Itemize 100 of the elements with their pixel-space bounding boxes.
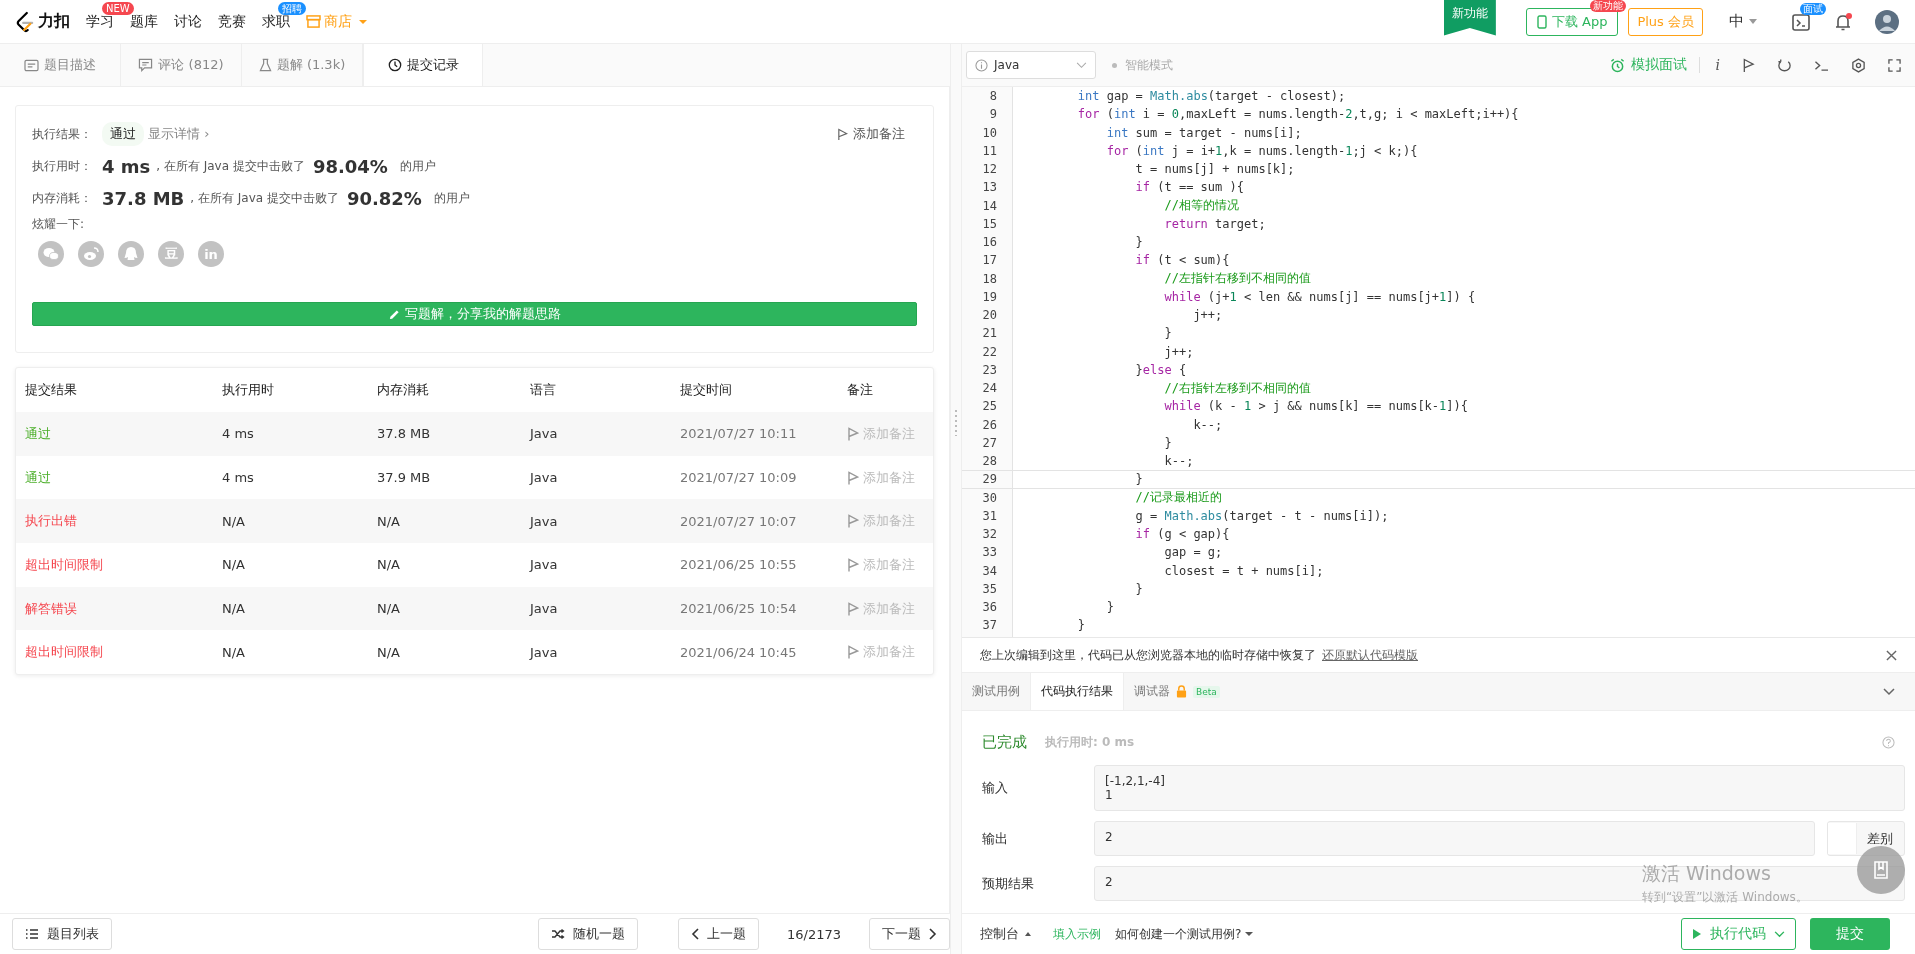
- info-icon: [975, 58, 988, 72]
- stat-text: , 在所有 Java 提交中击败了: [190, 189, 339, 207]
- feature-ribbon[interactable]: 新功能: [1443, 0, 1496, 36]
- document-icon: [24, 58, 39, 72]
- add-note-button[interactable]: 添加备注: [847, 599, 947, 618]
- pencil-icon: [388, 308, 400, 320]
- fullscreen-icon[interactable]: [1888, 58, 1901, 72]
- restore-template-link[interactable]: 还原默认代码模版: [1322, 646, 1418, 664]
- console-toggle[interactable]: 控制台: [980, 925, 1031, 943]
- panel-tab[interactable]: 评论 (812): [121, 44, 242, 86]
- code-line: for (int j = i+1,k = nums.length-1;j < k;){: [1105, 143, 1418, 158]
- flag-icon: [837, 127, 848, 141]
- alarm-clock-icon: [1609, 57, 1625, 73]
- close-icon[interactable]: [1886, 649, 1897, 661]
- code-line: k--;: [1192, 417, 1223, 432]
- caret-icon[interactable]: [1749, 19, 1757, 24]
- flag-icon: [847, 470, 859, 485]
- add-note-button[interactable]: 添加备注: [847, 512, 947, 531]
- howto-link[interactable]: 如何创建一个测试用例?: [1115, 925, 1254, 943]
- line-number: 27: [981, 435, 997, 450]
- mock-interview-button[interactable]: 模拟面试: [1609, 56, 1687, 74]
- line-number: 23: [981, 362, 997, 377]
- nav-link[interactable]: 竞赛: [218, 12, 246, 31]
- logo-text[interactable]: 力扣: [38, 11, 70, 32]
- status-link[interactable]: 通过: [16, 424, 222, 443]
- random-problem-button[interactable]: 随机一题: [538, 918, 638, 950]
- table-cell-text: 37.9 MB: [377, 470, 432, 486]
- settings-icon[interactable]: [1851, 57, 1866, 73]
- result-value: 2: [1105, 830, 1114, 844]
- status-link[interactable]: 超出时间限制: [16, 555, 222, 574]
- add-note-button[interactable]: 添加备注: [847, 555, 947, 574]
- diff-label: 差别: [1867, 829, 1893, 848]
- console-tab[interactable]: 调试器 Beta: [1124, 673, 1230, 710]
- info-button[interactable]: i: [1715, 57, 1720, 73]
- reset-icon[interactable]: [1777, 57, 1792, 73]
- code-line: if (g < gap){: [1134, 527, 1230, 542]
- chevron-down-icon[interactable]: [1883, 687, 1895, 696]
- stat-percent: 98.04%: [312, 155, 388, 177]
- table-cell-text: Java: [530, 644, 559, 660]
- logo-icon[interactable]: [16, 10, 34, 33]
- language-dropdown[interactable]: Java: [966, 51, 1096, 79]
- diff-toggle[interactable]: 差别: [1827, 821, 1905, 856]
- column-header: 提交时间: [680, 381, 733, 399]
- store-link[interactable]: 商店: [306, 12, 367, 31]
- line-number: 18: [981, 271, 997, 286]
- table-cell-text: 2021/07/27 10:07: [680, 513, 798, 529]
- problem-list-button[interactable]: 题目列表: [12, 918, 112, 950]
- table-cell-text: N/A: [222, 601, 246, 617]
- line-number: 36: [981, 600, 997, 615]
- line-number: 12: [981, 162, 997, 177]
- panel-tab[interactable]: 提交记录: [363, 44, 483, 86]
- plus-member-button[interactable]: Plus 会员: [1628, 7, 1703, 36]
- list-icon: [25, 928, 39, 940]
- avatar[interactable]: [1875, 9, 1899, 34]
- panel-tab[interactable]: 题目描述: [0, 44, 121, 86]
- code-line: //记录最相近的: [1134, 489, 1223, 507]
- nav-link[interactable]: 讨论: [174, 12, 202, 31]
- language-link[interactable]: 中: [1729, 12, 1744, 31]
- write-solution-button[interactable]: 写题解，分享我的解题思路: [32, 302, 917, 326]
- previous-button[interactable]: 上一题: [678, 918, 759, 950]
- new-badge: 新功能: [1590, 0, 1627, 12]
- code-line: gap = g;: [1163, 545, 1223, 560]
- add-note-button[interactable]: 添加备注: [837, 125, 905, 143]
- status-link[interactable]: 通过: [16, 468, 222, 487]
- code-line: }: [1163, 326, 1172, 341]
- code-line: //左指针右移到不相同的值: [1163, 270, 1311, 288]
- line-number: 10: [981, 125, 997, 140]
- add-note-button[interactable]: 添加备注: [847, 424, 947, 443]
- field-label: 执行结果：: [32, 125, 93, 143]
- code-line: j++;: [1192, 308, 1223, 323]
- drag-handle-icon[interactable]: [955, 410, 957, 436]
- column-header: 执行用时: [222, 381, 275, 399]
- add-note-button[interactable]: 添加备注: [847, 643, 947, 662]
- line-number: 13: [981, 180, 997, 195]
- fill-example-link[interactable]: 填入示例: [1053, 925, 1101, 943]
- table-cell-text: 2021/06/25 10:54: [680, 601, 798, 617]
- submit-button[interactable]: 提交: [1810, 918, 1890, 950]
- notice-text: 您上次编辑到这里，代码已从您浏览器本地的临时存储中恢复了: [980, 646, 1316, 664]
- chevron-left-icon: [691, 928, 699, 940]
- table-cell-text: N/A: [377, 644, 401, 660]
- status-link[interactable]: 执行出错: [16, 512, 222, 531]
- console-tab[interactable]: 测试用例: [962, 673, 1030, 710]
- status-link[interactable]: 超出时间限制: [16, 643, 222, 662]
- run-code-button[interactable]: 执行代码: [1681, 918, 1796, 950]
- flag-icon[interactable]: [1742, 57, 1755, 73]
- line-number: 11: [981, 143, 997, 158]
- smart-mode-toggle[interactable]: 智能模式: [1112, 56, 1173, 74]
- comment-icon: [138, 58, 154, 72]
- code-line: while (j+1 < len && nums[j] == nums[j+1]) {: [1163, 289, 1476, 304]
- console-tab[interactable]: 代码执行结果: [1030, 673, 1124, 710]
- nav-link[interactable]: 题库: [130, 12, 158, 31]
- field-label: 预期结果: [982, 874, 1035, 893]
- nav-link[interactable]: 学习: [86, 12, 114, 31]
- add-note-button[interactable]: 添加备注: [847, 468, 947, 487]
- next-button[interactable]: 下一题: [869, 918, 950, 950]
- nav-link[interactable]: 求职: [262, 12, 290, 31]
- clock-icon: [387, 58, 402, 72]
- status-link[interactable]: 解答错误: [16, 599, 222, 618]
- column-header: 备注: [847, 381, 874, 399]
- details-link[interactable]: 显示详情 ›: [148, 125, 210, 143]
